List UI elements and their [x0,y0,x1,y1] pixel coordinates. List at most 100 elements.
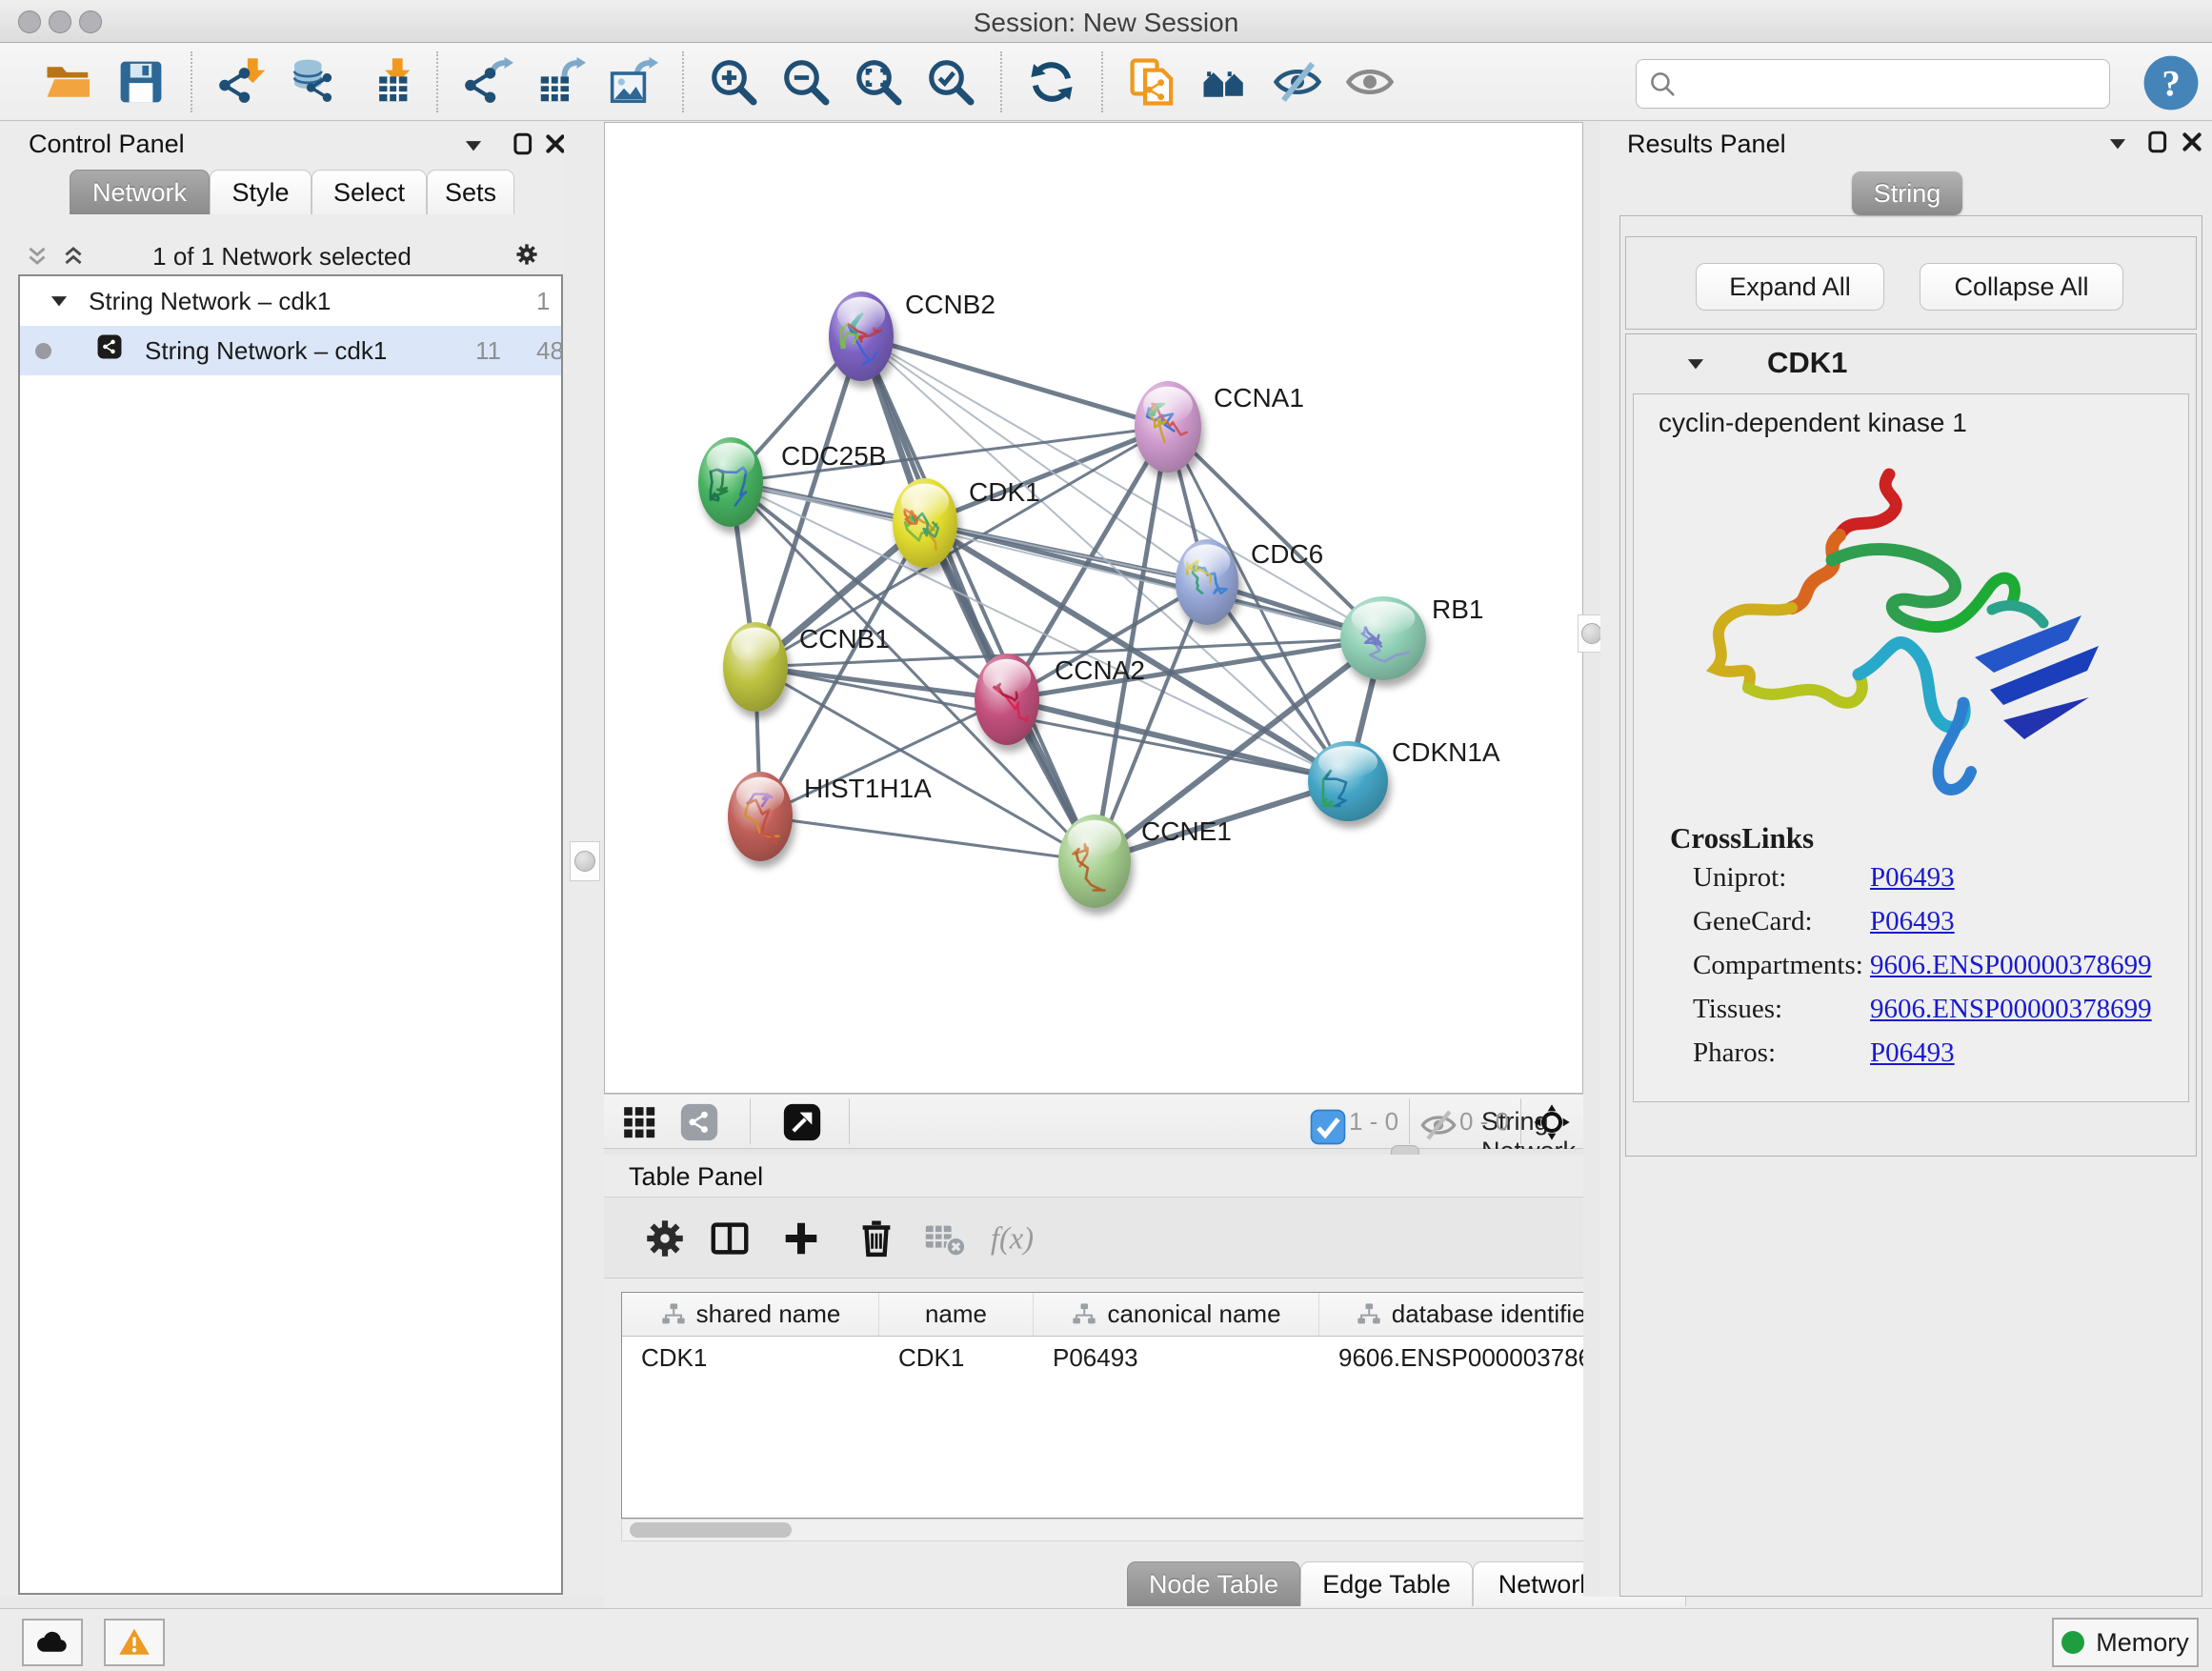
crosslink-link[interactable]: P06493 [1870,906,1955,937]
toolbar-separator [191,51,192,112]
undock-panel-icon[interactable] [2145,130,2174,158]
delete-columns-icon[interactable] [855,1217,898,1260]
network-row-selected[interactable]: String Network – cdk1 11 48 [20,326,561,375]
float-panel-icon[interactable] [461,133,490,162]
crosslink-row: GeneCard:P06493 [1670,899,2152,943]
network-graph[interactable]: CCNB2 CCNA1 CDC25B CDK1 CDC6 RB1 CCNB1 C… [605,123,1582,1093]
import-network-database-icon [289,56,340,108]
first-neighbors-icon [1199,56,1251,108]
collection-caret-icon[interactable] [47,289,71,313]
network-canvas[interactable]: CCNB2 CCNA1 CDC25B CDK1 CDC6 RB1 CCNB1 C… [604,122,1583,1094]
collapse-all-button[interactable]: Collapse All [1920,263,2123,311]
section-caret-icon[interactable] [1683,352,1712,380]
node-label-CDKN1A: CDKN1A [1392,737,1500,767]
left-splitter[interactable] [564,122,604,1597]
export-network-icon [462,56,513,108]
clone-network-button[interactable] [1123,52,1182,111]
help-button[interactable]: ? [2142,53,2201,112]
cloud-status-button[interactable] [22,1619,83,1666]
search-box[interactable] [1636,59,2110,109]
create-column-icon[interactable] [779,1217,823,1260]
open-file-icon [43,56,94,108]
scrollbar-thumb[interactable] [630,1522,792,1538]
crosslink-link[interactable]: P06493 [1870,1037,1955,1069]
gene-name: CDK1 [1767,346,1847,380]
node-RB1[interactable]: RB1 [1340,594,1483,680]
tab-string[interactable]: String [1852,171,1962,215]
node-CCNB1[interactable]: CCNB1 [723,622,890,712]
crosslink-label: Pharos: [1670,1037,1870,1069]
crosslink-label: GeneCard: [1670,906,1870,937]
crosslink-link[interactable]: P06493 [1870,862,1955,894]
selected-checkbox-icon[interactable] [1309,1108,1337,1146]
crosslink-link[interactable]: 9606.ENSP00000378699 [1870,950,2152,981]
toolbar-separator [436,51,438,112]
column-header-shared-name[interactable]: shared name [622,1293,879,1336]
hidden-counts: 0 - 0 [1459,1107,1509,1137]
crosslink-link[interactable]: 9606.ENSP00000378699 [1870,994,2152,1025]
zoom-in-icon [708,56,759,108]
column-header-canonical-name[interactable]: canonical name [1034,1293,1319,1336]
undock-panel-icon[interactable] [511,131,539,160]
edge-HIST1H1A-CCNE1[interactable] [760,816,1095,861]
right-splitter[interactable] [1583,122,1600,1597]
zoom-out-icon [780,56,832,108]
zoom-in-button[interactable] [704,52,763,111]
control-panel-header: Control Panel [0,122,564,168]
node-HIST1H1A[interactable]: HIST1H1A [728,772,932,861]
gene-section-header[interactable]: CDK1 [1626,334,2196,393]
float-panel-icon[interactable] [2105,131,2134,160]
network-options-gear-icon[interactable] [514,242,549,276]
close-panel-icon[interactable] [2180,130,2208,158]
network-collection-row[interactable]: String Network – cdk1 1 [20,276,561,326]
zoom-selected-button[interactable] [921,52,980,111]
column-header-name[interactable]: name [879,1293,1034,1336]
search-input[interactable] [1679,69,2109,100]
crosslink-label: Tissues: [1670,994,1870,1025]
import-table-button[interactable] [357,52,416,111]
save-session-button[interactable] [111,52,171,111]
birdseye-grid-icon[interactable] [620,1103,658,1141]
node-label-CDC6: CDC6 [1251,539,1323,569]
node-CCNA1[interactable]: CCNA1 [1135,381,1304,473]
zoom-fit-button[interactable] [849,52,908,111]
node-CCNE1[interactable]: CCNE1 [1058,815,1232,908]
export-image-button[interactable] [603,52,662,111]
selection-status: 1 of 1 Network selected [0,242,564,272]
cell-name[interactable]: CDK1 [879,1337,1034,1379]
edge-CCNB2-CCNA1[interactable] [861,336,1168,427]
memory-button[interactable]: Memory [2052,1618,2199,1667]
open-file-button[interactable] [39,52,98,111]
window-title: Session: New Session [0,8,2212,38]
export-network-button[interactable] [458,52,517,111]
tab-edge-table[interactable]: Edge Table [1300,1561,1473,1606]
show-columns-icon[interactable] [708,1217,752,1260]
refresh-view-button[interactable] [1022,52,1081,111]
import-network-button[interactable] [212,52,271,111]
node-CDKN1A[interactable]: CDKN1A [1308,737,1500,821]
hide-selected-button[interactable] [1268,52,1327,111]
fit-content-crosshair-icon[interactable] [1533,1103,1571,1141]
export-table-button[interactable] [531,52,590,111]
tab-sets[interactable]: Sets [427,170,514,214]
tab-style[interactable]: Style [210,170,312,214]
tab-node-table[interactable]: Node Table [1127,1561,1300,1606]
cell-shared-name[interactable]: CDK1 [622,1337,879,1379]
import-network-database-button[interactable] [285,52,344,111]
svg-text:f(x): f(x) [991,1222,1033,1257]
node-CDK1[interactable]: CDK1 [893,477,1040,568]
node-CCNA2[interactable]: CCNA2 [975,654,1145,745]
zoom-out-button[interactable] [776,52,835,111]
cell-canonical-name[interactable]: P06493 [1034,1337,1319,1379]
show-all-button[interactable] [1340,52,1399,111]
tab-select[interactable]: Select [312,170,427,214]
table-options-gear-icon[interactable] [643,1217,687,1260]
left-splitter-handle[interactable] [570,841,600,881]
first-neighbors-button[interactable] [1196,52,1255,111]
open-in-new-window-icon[interactable] [783,1103,821,1141]
expand-all-button[interactable]: Expand All [1696,263,1884,311]
crosslinks-block: CrossLinks Uniprot:P06493GeneCard:P06493… [1670,821,2152,1075]
tab-network[interactable]: Network [70,170,210,214]
warnings-button[interactable] [104,1619,165,1666]
string-view-badge-icon[interactable] [680,1103,718,1141]
